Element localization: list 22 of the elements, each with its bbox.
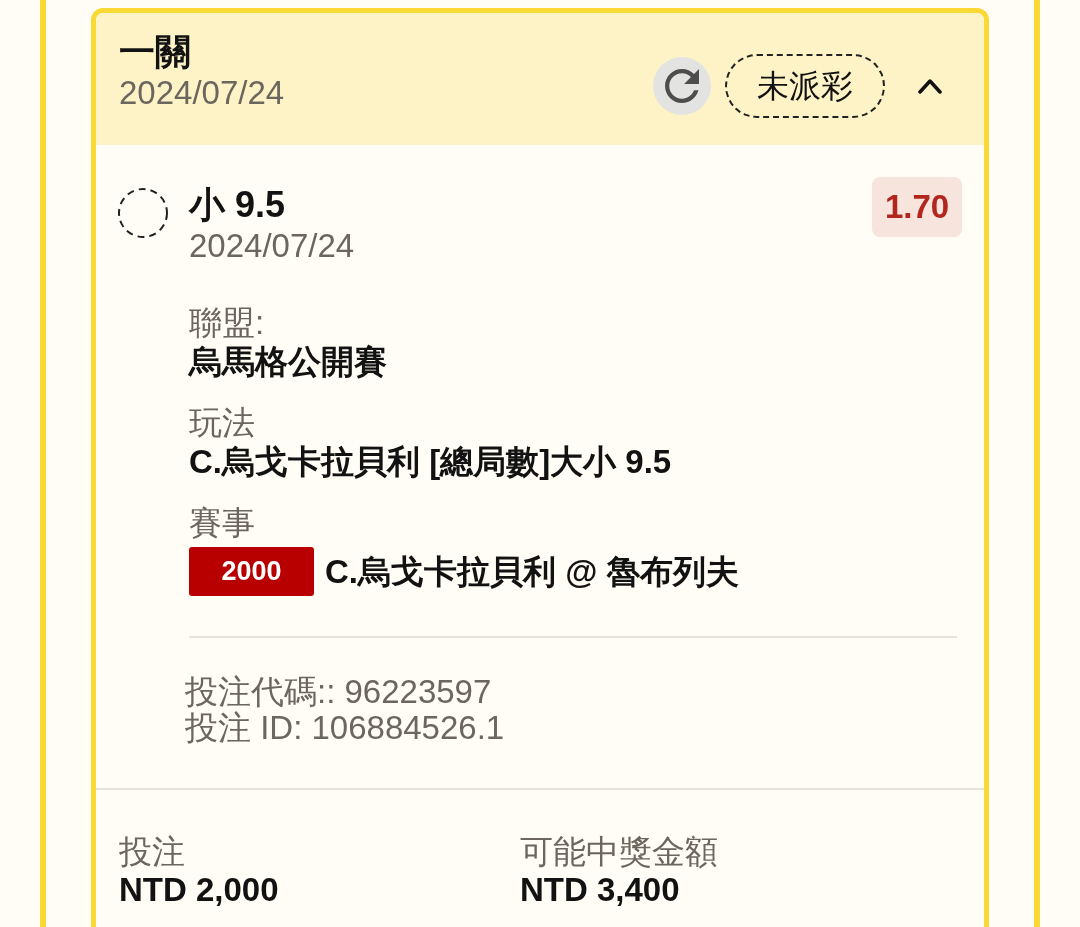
summary-amount: NTD 3,400 [520,871,680,909]
detail-label: 聯盟: [189,304,265,342]
status-badge: 未派彩 [725,54,885,118]
bet-code-text: 投注 ID: 106884526.1 [185,710,505,746]
chevron-up-icon[interactable] [918,78,942,94]
detail-label: 玩法 [189,404,255,442]
detail-label: 賽事 [189,504,255,542]
bet-code-text: 投注代碼:: 96223597 [185,674,492,710]
detail-value: C.烏戈卡拉貝利 [總局數]大小 9.5 [189,442,672,482]
summary-label: 投注 [119,833,185,871]
bet-date: 2024/07/24 [119,73,285,113]
event-number-badge: 2000 [189,547,314,596]
bet-type-title: 一關 [119,31,191,73]
odds-badge: 1.70 [872,177,962,237]
dashed-circle-icon [118,188,168,238]
refresh-icon [665,69,699,103]
selection-date: 2024/07/24 [189,226,355,266]
summary-label: 可能中獎金額 [520,833,718,871]
selection-name: 小 9.5 [189,184,286,226]
detail-value: C.烏戈卡拉貝利 @ 魯布列夫 [325,551,739,592]
summary-amount: NTD 2,000 [119,871,279,909]
detail-value: 烏馬格公開賽 [189,342,387,382]
